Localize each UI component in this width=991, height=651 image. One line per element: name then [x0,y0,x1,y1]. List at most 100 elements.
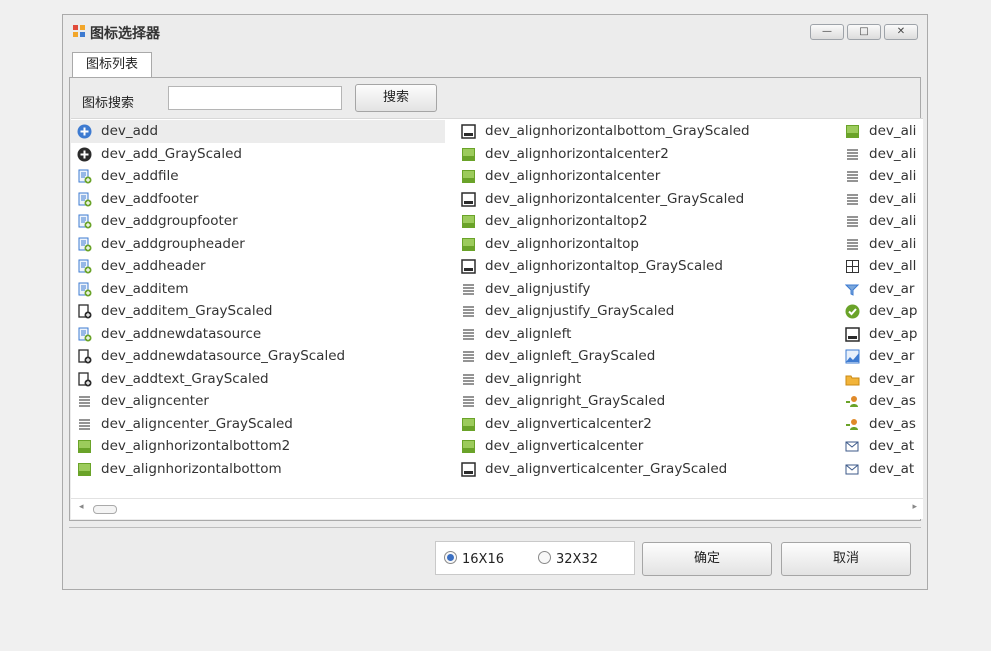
align-left-gray-icon [463,351,474,362]
align-horizontal-center-icon [462,170,475,183]
list-item[interactable]: dev_addfile [71,165,445,188]
icon-list-column-3: dev_ali dev_ali dev_ali dev_ali dev_ali dev_a… [839,120,923,480]
list-item-label: dev_ali [869,123,917,139]
bottom-bar: 16X16 32X32 确定 取消 [69,527,921,586]
list-item[interactable]: dev_ap [839,323,923,346]
radio-32x32[interactable]: 32X32 [538,551,598,567]
list-item[interactable]: dev_alignleft [455,323,839,346]
attach-icon [845,441,859,452]
list-item[interactable]: dev_addheader [71,255,445,278]
scroll-left-icon[interactable]: ◂ [79,502,84,512]
align-bars-icon [846,125,859,138]
list-item-label: dev_add_GrayScaled [101,145,242,162]
list-item[interactable]: dev_alignhorizontaltop_GrayScaled [455,255,839,278]
list-item[interactable]: dev_aligncenter [71,390,445,413]
list-item[interactable]: dev_at [839,458,923,481]
list-item[interactable]: dev_alignverticalcenter_GrayScaled [455,458,839,481]
list-item[interactable]: dev_ap [839,300,923,323]
list-item[interactable]: dev_additem_GrayScaled [71,300,445,323]
list-item-label: dev_ar [869,348,915,364]
apply-green-icon [845,304,860,319]
title-bar[interactable]: 图标选择器 — □ ✕ [63,15,927,49]
list-item[interactable]: dev_all [839,255,923,278]
scrollbar-thumb[interactable] [93,505,117,514]
list-item[interactable]: dev_alignright [455,368,839,391]
search-input[interactable] [168,86,342,110]
list-item[interactable]: dev_add_GrayScaled [71,143,445,166]
tab-icon-list[interactable]: 图标列表 [72,52,152,77]
list-item-label: dev_ar [869,280,915,297]
list-item-label: dev_addgroupheader [101,235,245,252]
add-circle-icon [77,124,92,139]
maximize-button[interactable]: □ [847,24,881,40]
all-borders-icon [846,260,859,273]
scroll-right-icon[interactable]: ▸ [912,502,917,512]
search-button[interactable]: 搜索 [355,84,437,112]
list-item-label: dev_addnewdatasource [101,325,262,342]
list-item-label: dev_ap [869,325,918,342]
list-item[interactable]: dev_ali [839,120,923,143]
list-item[interactable]: dev_alignhorizontaltop [455,233,839,256]
list-item[interactable]: dev_ar [839,368,923,391]
list-item-label: dev_addfooter [101,190,199,207]
minimize-button[interactable]: — [810,24,844,40]
list-item-label: dev_alignright [485,370,582,387]
align-right-icon [463,373,474,385]
cancel-button[interactable]: 取消 [781,542,911,576]
icon-list[interactable]: dev_add dev_add_GrayScaled dev_addfile dev_… [71,118,923,499]
list-item[interactable]: dev_ali [839,165,923,188]
list-item-label: dev_additem_GrayScaled [101,303,273,319]
search-label: 图标搜索 [82,96,135,111]
list-item[interactable]: dev_additem [71,278,445,301]
list-item-label: dev_alignjustify_GrayScaled [485,303,675,319]
list-item-label: dev_aligncenter [101,393,209,409]
list-item[interactable]: dev_alignhorizontalbottom [71,458,445,481]
list-item[interactable]: dev_addnewdatasource_GrayScaled [71,345,445,368]
list-item[interactable]: dev_ali [839,143,923,166]
archive-folder-icon [845,375,860,385]
list-item[interactable]: dev_alignhorizontalcenter [455,165,839,188]
list-item[interactable]: dev_alignverticalcenter [455,435,839,458]
list-item[interactable]: dev_alignhorizontalbottom_GrayScaled [455,120,839,143]
align-horizontal-top-icon [462,237,475,251]
list-item[interactable]: dev_alignjustify [455,278,839,301]
list-item[interactable]: dev_alignright_GrayScaled [455,390,839,413]
list-item[interactable]: dev_ali [839,210,923,233]
list-item[interactable]: dev_addnewdatasource [71,323,445,346]
list-item[interactable]: dev_addtext_GrayScaled [71,368,445,391]
list-item-label: dev_alignhorizontalcenter [485,168,661,184]
close-button[interactable]: ✕ [884,24,918,40]
list-item[interactable]: dev_as [839,413,923,436]
app-icon [73,25,85,37]
add-circle-dark-icon [77,147,92,161]
list-item[interactable]: dev_alignhorizontalcenter_GrayScaled [455,188,839,211]
align-horizontal-center2-icon [462,147,475,161]
horizontal-scrollbar[interactable]: ◂ ▸ [71,498,923,519]
list-item-label: dev_alignhorizontalbottom_GrayScaled [485,123,750,139]
list-item[interactable]: dev_alignleft_GrayScaled [455,345,839,368]
list-item[interactable]: dev_alignhorizontaltop2 [455,210,839,233]
list-item[interactable]: dev_addfooter [71,188,445,211]
list-item-label: dev_addgroupfooter [101,213,238,229]
list-item[interactable]: dev_alignjustify_GrayScaled [455,300,839,323]
list-item[interactable]: dev_alignhorizontalbottom2 [71,435,445,458]
ok-button[interactable]: 确定 [642,542,772,576]
list-item[interactable]: dev_ali [839,233,923,256]
list-item[interactable]: dev_ali [839,188,923,211]
list-item[interactable]: dev_alignverticalcenter2 [455,413,839,436]
list-item[interactable]: dev_add [71,120,445,143]
add-footer-icon [78,192,92,206]
icon-picker-window: 图标选择器 — □ ✕ 图标列表 图标搜索 搜索 dev_add dev_add_… [62,14,928,590]
list-item[interactable]: dev_addgroupheader [71,233,445,256]
list-item[interactable]: dev_alignhorizontalcenter2 [455,143,839,166]
list-item[interactable]: dev_as [839,390,923,413]
radio-16x16[interactable]: 16X16 [444,551,504,567]
list-item[interactable]: dev_at [839,435,923,458]
window-title: 图标选择器 [90,26,160,42]
list-item[interactable]: dev_ar [839,278,923,301]
list-item[interactable]: dev_addgroupfooter [71,210,445,233]
align-left-green-icon [847,148,858,160]
list-item[interactable]: dev_ar [839,345,923,368]
add-text-gray-icon [78,371,92,386]
list-item[interactable]: dev_aligncenter_GrayScaled [71,413,445,436]
